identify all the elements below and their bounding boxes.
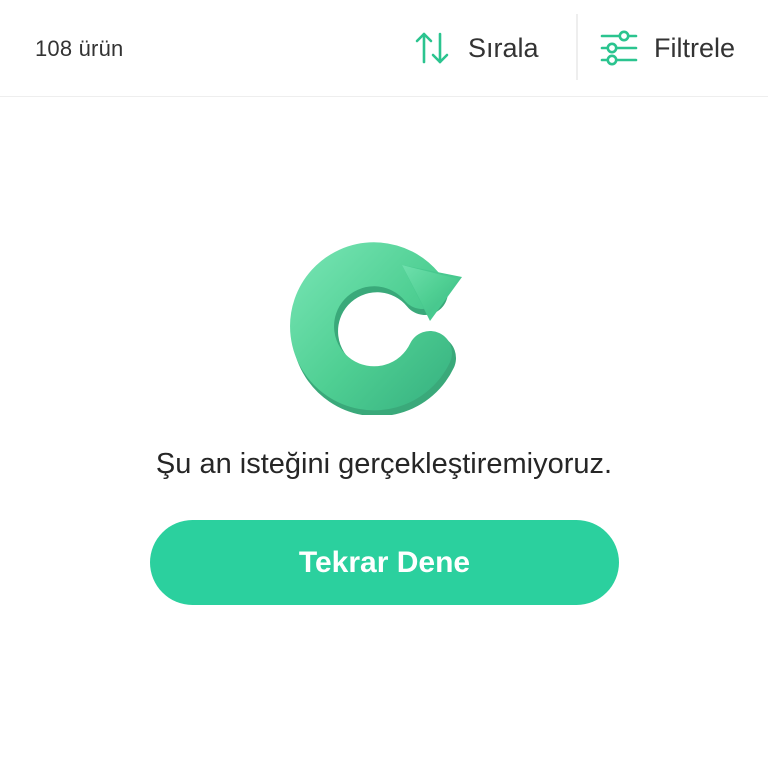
sort-label: Sırala (468, 32, 539, 63)
error-message: Şu an isteğini gerçekleştiremiyoruz. (155, 448, 613, 480)
filter-button[interactable]: Filtrele (600, 22, 760, 74)
retry-button[interactable]: Tekrar Dene (150, 520, 619, 605)
toolbar-divider (576, 14, 578, 80)
filter-label: Filtrele (654, 32, 736, 63)
top-toolbar: 108 ürün Sırala Filtrele (0, 0, 768, 97)
refresh-icon (290, 242, 462, 415)
sort-arrows-icon (415, 32, 449, 64)
product-count: 108 ürün (35, 36, 124, 61)
filter-sliders-icon (600, 30, 638, 66)
sort-button[interactable]: Sırala (412, 22, 562, 74)
